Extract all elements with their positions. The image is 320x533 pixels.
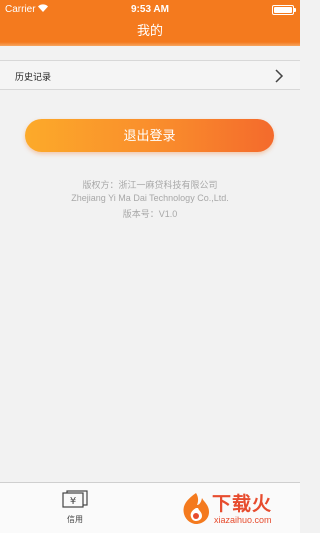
navigation-bar: 我的 bbox=[0, 20, 300, 46]
version-text: 版本号：V1.0 bbox=[122, 209, 178, 219]
logout-button[interactable]: 退出登录 bbox=[25, 119, 274, 152]
chevron-right-icon bbox=[275, 69, 284, 83]
tab-credit-label: 信用 bbox=[67, 515, 83, 524]
svg-text:¥: ¥ bbox=[70, 496, 76, 507]
watermark-title: 下载火 bbox=[212, 494, 273, 515]
company-english-name: Zhejiang Yi Ma Dai Technology Co.,Ltd. bbox=[71, 193, 229, 203]
status-bar: Carrier 9:53 AM bbox=[0, 0, 300, 20]
page-title: 我的 bbox=[136, 23, 163, 38]
flame-logo-icon bbox=[183, 493, 209, 524]
watermark: 下载火 xiazaihuo.com bbox=[178, 488, 296, 532]
status-time: 9:53 AM bbox=[131, 4, 169, 15]
history-records-row[interactable]: 历史记录 bbox=[0, 60, 300, 90]
copyright-text: 版权方：浙江一麻贷科技有限公司 bbox=[82, 180, 218, 190]
watermark-url: xiazaihuo.com bbox=[214, 515, 272, 525]
history-records-label: 历史记录 bbox=[15, 72, 52, 82]
credit-card-icon: ¥ bbox=[62, 490, 88, 508]
battery-icon bbox=[272, 5, 296, 15]
tab-credit[interactable]: ¥ 信用 bbox=[50, 487, 100, 531]
